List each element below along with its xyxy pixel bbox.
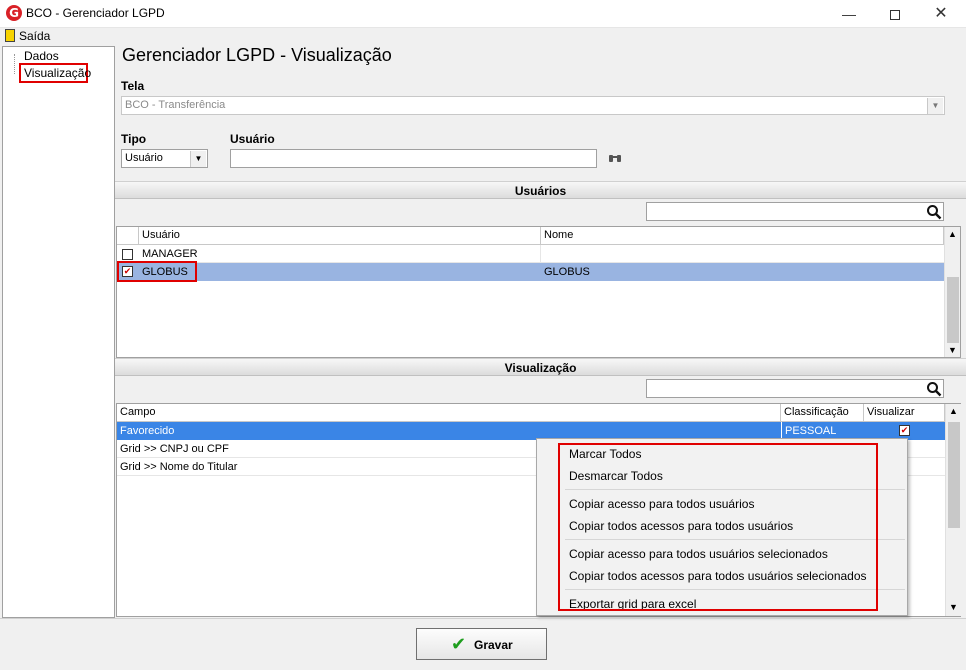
users-col-nome[interactable]: Nome bbox=[541, 227, 944, 245]
navigation-tree bbox=[2, 46, 115, 618]
checkmark-icon: ✔ bbox=[451, 634, 467, 654]
scroll-thumb[interactable] bbox=[947, 277, 959, 343]
tree-item-dados[interactable]: Dados bbox=[24, 49, 59, 63]
table-row[interactable]: MANAGER bbox=[117, 245, 944, 263]
scroll-thumb[interactable] bbox=[948, 422, 960, 528]
usuario-input[interactable] bbox=[230, 149, 597, 168]
chevron-down-icon[interactable]: ▼ bbox=[927, 98, 943, 114]
save-button[interactable]: ✔ Gravar bbox=[416, 628, 547, 660]
table-row-selected[interactable]: ✔ GLOBUS GLOBUS bbox=[117, 263, 944, 281]
users-grid: Usuário Nome MANAGER ✔ GLOBUS GLOBUS ▲ ▼ bbox=[116, 226, 961, 358]
users-search-input[interactable] bbox=[646, 202, 944, 221]
chevron-down-icon[interactable]: ▼ bbox=[190, 151, 206, 167]
app-logo-icon: G bbox=[6, 5, 22, 21]
view-search-input[interactable] bbox=[646, 379, 944, 398]
scroll-up-icon[interactable]: ▲ bbox=[948, 229, 957, 239]
highlight-box-menu bbox=[558, 443, 878, 611]
row-checkbox[interactable] bbox=[122, 249, 133, 260]
minimize-icon[interactable]: — bbox=[826, 0, 872, 28]
scroll-down-icon[interactable]: ▼ bbox=[948, 345, 957, 355]
visualizar-checkbox-checked[interactable]: ✔ bbox=[899, 425, 910, 436]
save-button-label: Gravar bbox=[474, 638, 513, 652]
binoculars-icon[interactable] bbox=[608, 152, 622, 164]
page-title: Gerenciador LGPD - Visualização bbox=[122, 45, 392, 65]
users-section-header: Usuários bbox=[115, 181, 966, 199]
users-col-check bbox=[117, 227, 139, 245]
tipo-label: Tipo bbox=[121, 132, 147, 146]
users-scrollbar[interactable]: ▲ ▼ bbox=[944, 227, 960, 357]
view-col-campo[interactable]: Campo bbox=[117, 404, 781, 422]
view-scrollbar[interactable]: ▲ ▼ bbox=[945, 404, 961, 616]
scroll-down-icon[interactable]: ▼ bbox=[949, 602, 958, 612]
tree-connector bbox=[14, 54, 15, 74]
menu-exit[interactable]: Saída bbox=[19, 29, 50, 43]
menu-bar bbox=[0, 28, 966, 46]
tipo-select[interactable]: Usuário ▼ bbox=[121, 149, 208, 168]
cell-usuario: MANAGER bbox=[139, 245, 541, 263]
maximize-icon[interactable] bbox=[872, 0, 918, 28]
users-col-usuario[interactable]: Usuário bbox=[139, 227, 541, 245]
close-icon[interactable]: ✕ bbox=[918, 0, 964, 28]
usuario-label: Usuário bbox=[230, 132, 275, 146]
tipo-select-value: Usuário bbox=[125, 152, 163, 164]
tree-item-visualizacao[interactable]: Visualização bbox=[24, 66, 91, 80]
tela-select-value: BCO - Transferência bbox=[125, 99, 226, 111]
tela-select[interactable]: BCO - Transferência ▼ bbox=[121, 96, 945, 115]
highlight-box-user bbox=[117, 261, 197, 282]
cell-usuario: GLOBUS bbox=[142, 266, 188, 278]
tela-label: Tela bbox=[121, 79, 145, 93]
footer-divider bbox=[0, 618, 966, 619]
search-icon[interactable] bbox=[926, 381, 942, 397]
cell-nome: GLOBUS bbox=[544, 266, 590, 278]
exit-door-icon bbox=[5, 29, 15, 42]
scroll-up-icon[interactable]: ▲ bbox=[949, 406, 958, 416]
cell-nome bbox=[541, 245, 944, 263]
view-col-classificacao[interactable]: Classificação bbox=[781, 404, 864, 422]
view-col-visualizar[interactable]: Visualizar bbox=[864, 404, 945, 422]
view-section-header: Visualização bbox=[115, 358, 966, 376]
search-icon[interactable] bbox=[926, 204, 942, 220]
window-title: BCO - Gerenciador LGPD bbox=[26, 6, 165, 20]
